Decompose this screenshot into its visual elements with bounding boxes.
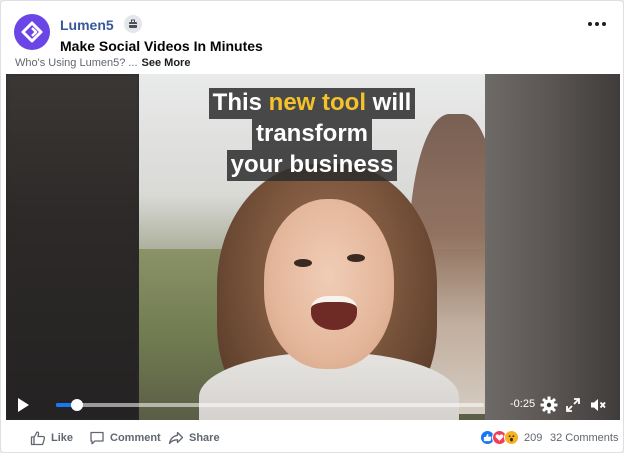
share-label: Share [189, 432, 220, 444]
briefcase-icon[interactable] [124, 15, 142, 33]
page-name-link[interactable]: Lumen5 [60, 17, 114, 33]
share-icon [168, 431, 184, 445]
scene-face [264, 199, 394, 369]
post-description: Who's Using Lumen5? ... See More [15, 57, 190, 69]
comment-button[interactable]: Comment [89, 429, 161, 447]
settings-icon[interactable] [540, 396, 558, 414]
like-label: Like [51, 432, 74, 444]
thumbs-up-icon [30, 431, 46, 446]
reaction-count[interactable]: 209 [524, 432, 542, 444]
see-more-link[interactable]: See More [142, 57, 191, 69]
description-text: Who's Using Lumen5? ... [15, 57, 138, 69]
play-icon[interactable] [16, 397, 30, 413]
video-player[interactable]: This new tool will transform your busine… [6, 74, 620, 420]
video-controls: -0:25 [6, 390, 620, 420]
progress-handle[interactable] [71, 399, 84, 411]
progress-bar[interactable] [56, 399, 484, 411]
video-frame: This new tool will transform your busine… [139, 74, 485, 420]
scene-eye-left [294, 259, 312, 267]
wow-reaction-icon [504, 430, 519, 445]
video-blur-right [485, 74, 620, 420]
overlay-line-1: This new tool will [139, 88, 485, 119]
comment-icon [90, 431, 104, 445]
scene-mouth [311, 296, 357, 330]
overlay-line-2: transform [139, 119, 485, 150]
like-button[interactable]: Like [30, 429, 73, 447]
share-button[interactable]: Share [168, 429, 220, 447]
comment-label: Comment [110, 432, 161, 444]
post-title: Make Social Videos In Minutes [60, 38, 263, 54]
post-card: Lumen5 Make Social Videos In Minutes Who… [0, 0, 624, 453]
overlay-line-3: your business [139, 150, 485, 181]
comments-count-link[interactable]: 32 Comments [550, 432, 618, 444]
video-blur-left [6, 74, 139, 420]
scene-eye-right [347, 254, 365, 262]
mute-icon[interactable] [589, 396, 607, 414]
more-horizontal-icon [588, 22, 592, 26]
post-footer: Like Comment Share 209 32 Comments [1, 420, 623, 452]
reactions-summary[interactable] [480, 430, 519, 445]
fullscreen-icon[interactable] [564, 396, 582, 414]
time-remaining: -0:25 [510, 398, 536, 410]
page-avatar-lumen5-logo-icon[interactable] [14, 14, 50, 50]
more-options-button[interactable] [585, 14, 609, 34]
